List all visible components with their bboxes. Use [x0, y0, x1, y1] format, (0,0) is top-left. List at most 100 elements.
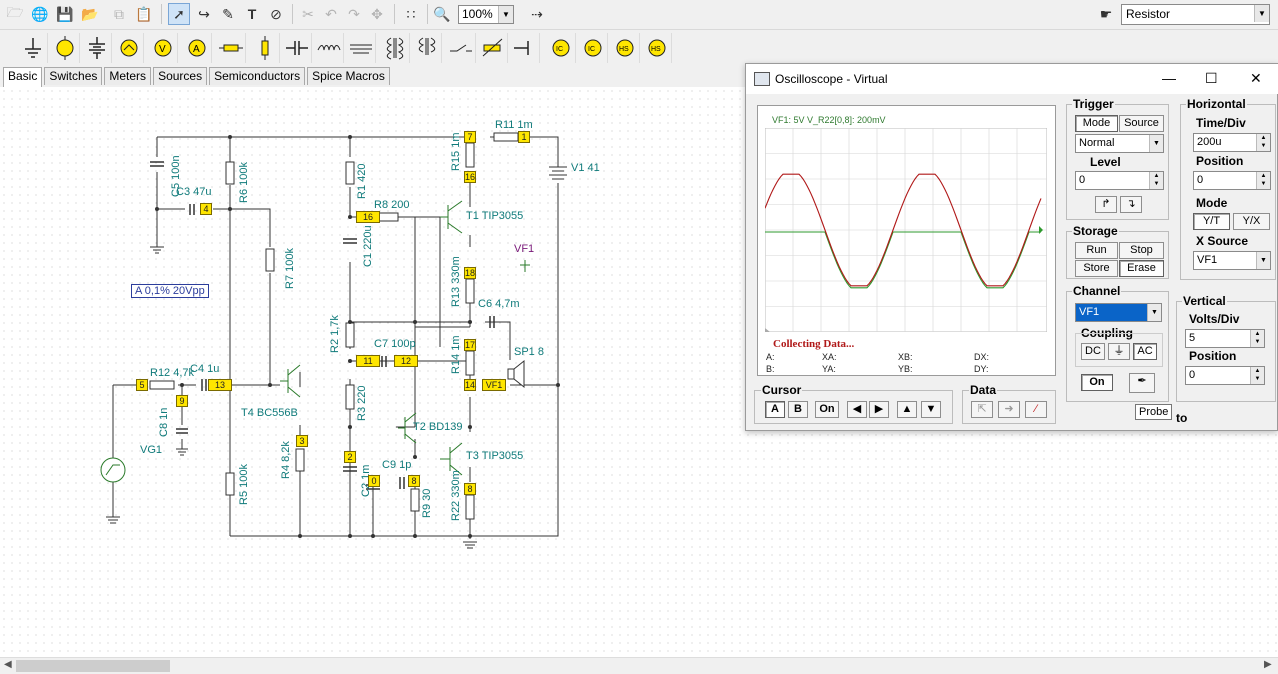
trigger-falling-icon[interactable]: ↴	[1120, 196, 1142, 213]
node-5[interactable]: 5	[136, 379, 148, 391]
horizontal-scrollbar[interactable]: ◀ ▶	[0, 657, 1278, 674]
globe-icon[interactable]: 🌐	[29, 3, 51, 25]
transformer-icon[interactable]	[380, 33, 410, 63]
stop-button[interactable]: Stop	[1119, 242, 1164, 259]
component-select[interactable]: Resistor ▼	[1121, 4, 1270, 25]
tab-meters[interactable]: Meters	[104, 67, 152, 85]
no-wire-icon[interactable]: ⊘	[265, 3, 287, 25]
ammeter-icon[interactable]: A	[182, 33, 212, 63]
node-1[interactable]: 1	[518, 131, 530, 143]
node-0[interactable]: 0	[368, 475, 380, 487]
undo-icon[interactable]: ↶	[320, 3, 342, 25]
store-button[interactable]: Store	[1075, 260, 1118, 277]
marker-icon[interactable]: ⇢	[526, 3, 548, 25]
node-vf1[interactable]: VF1	[482, 379, 506, 391]
data-export-icon[interactable]: ➜	[998, 401, 1020, 418]
transformer2-icon[interactable]	[412, 33, 442, 63]
ic-icon[interactable]: IC	[546, 33, 576, 63]
voltmeter-icon[interactable]: V	[148, 33, 178, 63]
node-3[interactable]: 3	[296, 435, 308, 447]
tab-semiconductors[interactable]: Semiconductors	[209, 67, 306, 85]
capacitor-icon[interactable]	[282, 33, 312, 63]
erase-button[interactable]: Erase	[1119, 260, 1164, 277]
scroll-left-icon[interactable]: ◀	[4, 659, 12, 670]
data-chart-icon[interactable]: ∕	[1025, 401, 1047, 418]
tab-basic[interactable]: Basic	[3, 67, 43, 87]
hs-icon[interactable]: HS	[610, 33, 640, 63]
scroll-right-icon[interactable]: ▶	[1264, 659, 1272, 670]
cursor-up-icon[interactable]: ▲	[897, 401, 917, 418]
tab-sources[interactable]: Sources	[153, 67, 208, 85]
x-source-select[interactable]: VF1 ▼	[1193, 251, 1271, 270]
wire-icon[interactable]: ↪	[193, 3, 215, 25]
capacitor-polar-icon[interactable]	[510, 33, 540, 63]
node-13[interactable]: 13	[208, 379, 232, 391]
node-7[interactable]: 7	[464, 131, 476, 143]
dc-button[interactable]: DC	[1081, 343, 1105, 360]
node-16b[interactable]: 16	[356, 211, 380, 223]
inductor-icon[interactable]	[314, 33, 344, 63]
scope-display[interactable]: VF1: 5V V_R22[0,8]: 200mV Collecting Dat…	[757, 105, 1056, 376]
variable-resistor-icon[interactable]	[478, 33, 508, 63]
component-pick-icon[interactable]: ☛	[1095, 3, 1117, 25]
probe-icon[interactable]: ✒	[1129, 373, 1155, 393]
node-9[interactable]: 9	[176, 395, 188, 407]
switch-icon[interactable]	[446, 33, 476, 63]
voltage-source-icon[interactable]	[50, 33, 80, 63]
copy-icon[interactable]: ⧉	[108, 3, 130, 25]
oscilloscope-titlebar[interactable]: Oscilloscope - Virtual — ☐ ✕	[746, 64, 1278, 94]
ic2-icon[interactable]: IC	[578, 33, 608, 63]
cursor-on-button[interactable]: On	[815, 401, 839, 418]
pointer-icon[interactable]: ➚	[168, 3, 190, 25]
channel-on-button[interactable]: On	[1081, 374, 1113, 391]
source-label[interactable]: A 0,1% 20Vpp	[131, 284, 209, 298]
close-icon[interactable]: ✕	[1250, 70, 1262, 87]
pan-icon[interactable]: ✥	[366, 3, 388, 25]
tab-switches[interactable]: Switches	[44, 67, 103, 85]
minimize-icon[interactable]: —	[1162, 70, 1176, 86]
cut-icon[interactable]: ✂	[297, 3, 319, 25]
h-position-input[interactable]: 0 ▲ ▼	[1193, 171, 1271, 190]
trigger-mode-select[interactable]: Normal ▼	[1075, 134, 1164, 153]
resistor-icon[interactable]	[216, 33, 246, 63]
node-8a[interactable]: 8	[408, 475, 420, 487]
cursor-b-button[interactable]: B	[788, 401, 808, 418]
ac-button[interactable]: AC	[1133, 343, 1157, 360]
node-4[interactable]: 4	[200, 203, 212, 215]
maximize-icon[interactable]: ☐	[1205, 70, 1218, 87]
node-14[interactable]: 14	[464, 379, 476, 391]
save-icon[interactable]: 💾	[54, 3, 76, 25]
cursor-right-icon[interactable]: ▶	[869, 401, 889, 418]
redo-icon[interactable]: ↷	[343, 3, 365, 25]
pencil-icon[interactable]: ✎	[217, 3, 239, 25]
trigger-rising-icon[interactable]: ↱	[1095, 196, 1117, 213]
channel-select[interactable]: VF1 ▼	[1075, 303, 1162, 322]
ac-source-icon[interactable]	[114, 33, 144, 63]
v-position-input[interactable]: 0 ▲ ▼	[1185, 366, 1265, 385]
transformer-coil-icon[interactable]	[346, 33, 376, 63]
trigger-source-button[interactable]: Source	[1119, 115, 1164, 132]
trigger-level-input[interactable]: 0 ▲ ▼	[1075, 171, 1164, 190]
node-12[interactable]: 12	[394, 355, 418, 367]
run-button[interactable]: Run	[1075, 242, 1118, 259]
time-div-input[interactable]: 200u ▲ ▼	[1193, 133, 1271, 152]
node-18[interactable]: 18	[464, 267, 476, 279]
node-17[interactable]: 17	[464, 339, 476, 351]
text-icon[interactable]: T	[241, 3, 263, 25]
ground-coupling-icon[interactable]: ⏚	[1108, 343, 1130, 360]
battery-icon[interactable]	[82, 33, 112, 63]
cursor-left-icon[interactable]: ◀	[847, 401, 867, 418]
volts-div-input[interactable]: 5 ▲ ▼	[1185, 329, 1265, 348]
open-icon[interactable]: 🗁	[4, 3, 26, 25]
scroll-thumb[interactable]	[16, 660, 170, 672]
hs2-icon[interactable]: HS	[642, 33, 672, 63]
yx-button[interactable]: Y/X	[1233, 213, 1270, 230]
yt-button[interactable]: Y/T	[1193, 213, 1230, 230]
paste-icon[interactable]: 📋	[133, 3, 155, 25]
cursor-a-button[interactable]: A	[765, 401, 785, 418]
ground-icon[interactable]	[18, 33, 48, 63]
open-folder-icon[interactable]: 📂	[79, 3, 101, 25]
grid-icon[interactable]: ∷	[400, 3, 422, 25]
zoom-select[interactable]: 100% ▼	[458, 5, 514, 24]
zoom-icon[interactable]: 🔍	[431, 3, 453, 25]
